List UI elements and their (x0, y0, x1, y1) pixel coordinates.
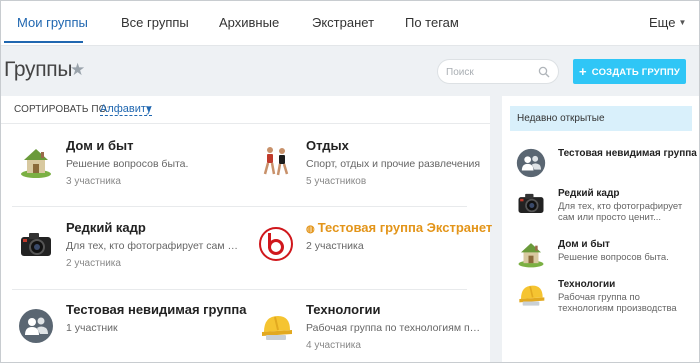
recent-item-name[interactable]: Тестовая невидимая группа (558, 148, 697, 159)
recent-item-name[interactable]: Технологии (558, 279, 615, 290)
group-name[interactable]: Отдых (306, 138, 349, 153)
recent-item[interactable]: Тестовая невидимая группа (516, 148, 697, 180)
group-users-icon (19, 309, 53, 343)
search-icon[interactable] (538, 66, 550, 78)
group-member-count: 1 участник (66, 322, 118, 334)
row-divider (12, 289, 467, 290)
recent-item-name[interactable]: Редкий кадр (558, 188, 619, 199)
more-menu-button[interactable]: Еще ▼ (649, 15, 686, 30)
tab-extranet[interactable]: Экстранет (312, 15, 374, 30)
row-divider (12, 206, 467, 207)
group-users-icon (516, 148, 546, 178)
group-member-count: 2 участника (66, 258, 121, 269)
group-description: Рабочая группа по технологиям производст… (306, 322, 482, 334)
helmet-icon (519, 285, 545, 306)
helmet-icon (262, 316, 292, 340)
tab-my-groups[interactable]: Мои группы (17, 15, 88, 30)
recent-item[interactable]: Редкий кадр Для тех, кто фотографирует с… (516, 188, 694, 224)
group-member-count: 2 участника (306, 240, 364, 252)
tab-by-tags[interactable]: По тегам (405, 15, 459, 30)
group-description: Решение вопросов быта. (66, 158, 189, 170)
camera-icon (518, 193, 544, 213)
chevron-down-icon[interactable]: ▼ (145, 104, 153, 113)
extranet-logo-icon (259, 227, 293, 261)
plus-icon: + (578, 64, 587, 79)
tab-all-groups[interactable]: Все группы (121, 15, 189, 30)
group-card-extranet[interactable]: ◍ Тестовая группа Экстранет 2 участника (252, 216, 492, 286)
house-icon (21, 149, 51, 178)
group-member-count: 3 участника (66, 176, 121, 187)
group-member-count: 5 участников (306, 176, 367, 187)
page-title: Группы (4, 58, 73, 81)
tab-archived[interactable]: Архивные (219, 15, 279, 30)
create-group-label: СОЗДАТЬ ГРУППУ (591, 67, 681, 78)
star-icon[interactable]: ★ (70, 60, 85, 80)
active-tab-indicator (4, 41, 83, 43)
group-name[interactable]: Дом и быт (66, 138, 134, 153)
recent-panel: Недавно открытые Тестовая невидимая груп… (502, 96, 700, 363)
groups-panel: СОРТИРОВАТЬ ПО: Алфавиту ▼ Дом и быт Реш… (0, 96, 492, 363)
house-icon (518, 243, 544, 268)
sort-select[interactable]: Алфавиту (100, 103, 152, 116)
recent-panel-title: Недавно открытые (510, 106, 692, 131)
recent-item[interactable]: Технологии Рабочая группа по технологиям… (516, 279, 694, 315)
group-description: Спорт, отдых и прочие развлечения (306, 158, 481, 170)
camera-icon (21, 233, 51, 256)
more-label: Еще (649, 15, 676, 30)
recent-item[interactable]: Дом и быт Решение вопросов быта. (516, 239, 694, 271)
group-name[interactable]: Технологии (306, 302, 380, 317)
group-card-technology[interactable]: Технологии Рабочая группа по технологиям… (252, 298, 482, 363)
recent-item-description: Решение вопросов быта. (558, 252, 669, 263)
search-box (437, 59, 559, 84)
group-name: Тестовая группа Экстранет (317, 220, 493, 235)
create-group-button[interactable]: + СОЗДАТЬ ГРУППУ (573, 59, 686, 84)
group-card-rare-shot[interactable]: Редкий кадр Для тех, кто фотографирует с… (12, 216, 242, 286)
group-name-extranet[interactable]: ◍ Тестовая группа Экстранет (306, 220, 492, 235)
group-card-invisible[interactable]: Тестовая невидимая группа 1 участник (12, 298, 247, 363)
group-card-leisure[interactable]: Отдых Спорт, отдых и прочие развлечения … (252, 134, 482, 204)
recent-item-name[interactable]: Дом и быт (558, 239, 610, 250)
search-input[interactable] (446, 64, 536, 80)
recent-item-description: Для тех, кто фотографирует сам или прост… (558, 201, 683, 223)
top-navigation: Мои группы Все группы Архивные Экстранет… (0, 0, 700, 46)
group-name[interactable]: Тестовая невидимая группа (66, 302, 247, 317)
group-member-count: 4 участника (306, 340, 361, 351)
extranet-globe-icon: ◍ (306, 224, 315, 235)
chevron-down-icon: ▼ (678, 18, 687, 27)
sort-bar: СОРТИРОВАТЬ ПО: Алфавиту ▼ (0, 96, 490, 124)
group-description: Для тех, кто фотографирует сам или прост… (66, 240, 242, 252)
group-card-home[interactable]: Дом и быт Решение вопросов быта. 3 участ… (12, 134, 242, 204)
recent-item-description: Рабочая группа по технологиям производст… (558, 292, 677, 314)
runners-icon (263, 147, 289, 176)
group-name[interactable]: Редкий кадр (66, 220, 146, 235)
sort-label: СОРТИРОВАТЬ ПО: (14, 104, 110, 115)
